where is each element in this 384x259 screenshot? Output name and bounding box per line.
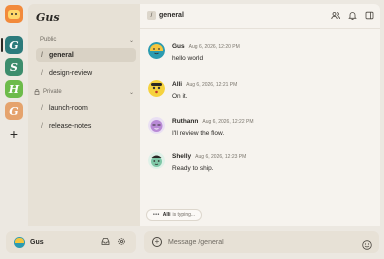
chevron-down-icon[interactable]: ⌄	[129, 37, 134, 44]
section-private[interactable]: Private	[34, 89, 62, 95]
app-logo-icon	[8, 9, 20, 19]
lock-icon	[34, 89, 40, 95]
channel-item-general[interactable]: / general	[36, 48, 136, 62]
settings-icon[interactable]	[117, 237, 126, 246]
workspace-title: Gus	[36, 11, 60, 24]
channel-slash-icon: /	[41, 104, 43, 112]
active-server-indicator	[1, 38, 3, 52]
avatar[interactable]	[148, 42, 165, 59]
channel-sidebar: Gus Public ⌄ / general / design-review P…	[28, 4, 140, 226]
message-timestamp: Aug 6, 2026, 12:20 PM	[188, 44, 240, 50]
home-button[interactable]	[5, 5, 23, 23]
message-author[interactable]: Shelly Aug 6, 2026, 12:23 PM	[172, 153, 246, 160]
channel-label: general	[48, 51, 74, 59]
plus-icon[interactable]: +	[152, 237, 162, 247]
message-text: I'll review the flow.	[172, 130, 225, 137]
typing-user: Alli	[162, 212, 171, 218]
typing-indicator: ••• Alli is typing...	[146, 209, 203, 221]
channel-slash-icon: /	[41, 69, 43, 77]
section-label: Private	[43, 89, 62, 95]
channel-slash-icon: /	[41, 51, 43, 59]
members-icon[interactable]	[331, 11, 340, 20]
channel-label: design-review	[48, 69, 93, 77]
channel-label: launch-room	[48, 104, 88, 112]
server-rail: G S H G +	[0, 0, 28, 259]
message-timestamp: Aug 6, 2026, 12:21 PM	[186, 82, 238, 88]
chevron-down-icon[interactable]: ⌄	[129, 89, 134, 96]
message-text: On it.	[172, 93, 188, 100]
message-text: hello world	[172, 55, 204, 62]
message-input[interactable]	[168, 235, 348, 249]
channel-item-launch-room[interactable]: / launch-room	[36, 101, 136, 115]
message-text: Ready to ship.	[172, 165, 214, 172]
channel-label: release-notes	[48, 122, 92, 130]
message-composer: +	[144, 231, 379, 253]
typing-text: is typing...	[172, 212, 196, 218]
channel-item-release-notes[interactable]: / release-notes	[36, 119, 136, 133]
channel-item-design-review[interactable]: / design-review	[36, 66, 136, 80]
server-button-3[interactable]: H	[5, 80, 23, 98]
message-author[interactable]: Ruthann Aug 6, 2026, 12:22 PM	[172, 118, 254, 125]
bell-icon[interactable]	[348, 11, 357, 20]
section-public[interactable]: Public	[40, 37, 56, 43]
user-name: Gus	[30, 238, 44, 246]
message-author[interactable]: Gus Aug 6, 2026, 12:20 PM	[172, 43, 240, 50]
message-timestamp: Aug 6, 2026, 12:22 PM	[202, 119, 254, 125]
user-card[interactable]: Gus	[6, 231, 136, 253]
section-label: Public	[40, 37, 57, 43]
server-button-4[interactable]: G	[5, 102, 23, 120]
channel-slash-icon: /	[147, 11, 156, 20]
server-button-1[interactable]: G	[5, 36, 23, 54]
header-divider	[140, 28, 380, 29]
inbox-icon[interactable]	[101, 237, 110, 246]
avatar[interactable]	[148, 152, 165, 169]
avatar[interactable]	[148, 117, 165, 134]
emoji-icon[interactable]	[362, 237, 372, 250]
channel-title: general	[159, 12, 184, 19]
avatar	[14, 236, 25, 248]
message-timestamp: Aug 6, 2026, 12:23 PM	[195, 154, 247, 160]
server-button-2[interactable]: S	[5, 58, 23, 76]
message-author[interactable]: Alli Aug 6, 2026, 12:21 PM	[172, 81, 237, 88]
typing-dots-icon: •••	[153, 212, 160, 218]
panel-icon[interactable]	[365, 11, 374, 20]
channel-slash-icon: /	[41, 122, 43, 130]
add-server-button[interactable]: +	[5, 125, 23, 143]
chat-panel: / general Gus Aug 6, 2026, 12:20 PM hello…	[140, 4, 380, 226]
avatar[interactable]	[148, 80, 165, 97]
